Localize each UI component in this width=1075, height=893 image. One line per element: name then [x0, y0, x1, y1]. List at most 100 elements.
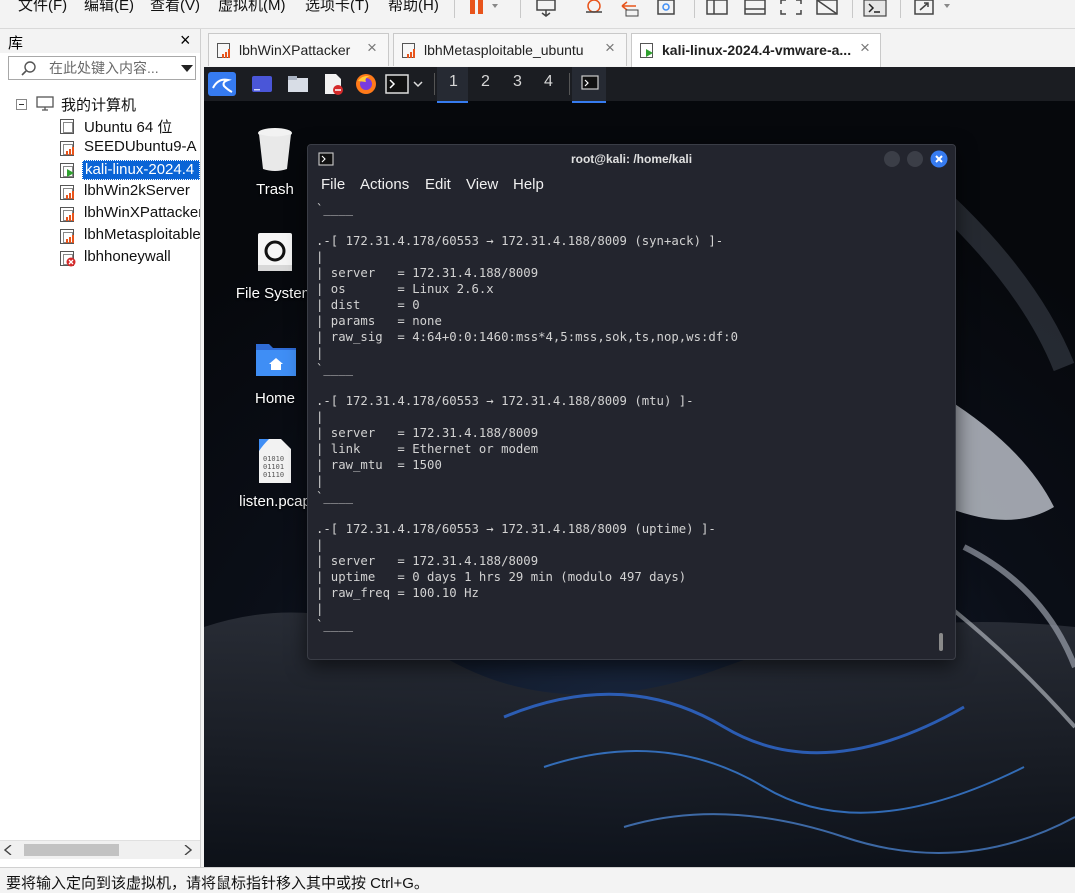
library-search-input[interactable]: [49, 59, 169, 77]
scroll-left-icon[interactable]: [4, 845, 12, 855]
maximize-button[interactable]: [906, 150, 924, 168]
tab-winxpattacker[interactable]: lbhWinXPattacker ×: [208, 33, 389, 66]
terminal-line: | raw_mtu = 1500: [316, 458, 442, 472]
tab-close-button[interactable]: ×: [367, 38, 377, 58]
vm-label: lbhWinXPattacker: [84, 204, 200, 221]
taskbar-terminal-window[interactable]: [572, 67, 606, 103]
tab-kali-linux[interactable]: kali-linux-2024.4-vmware-a... ×: [631, 33, 881, 67]
svg-text:01010: 01010: [263, 455, 284, 463]
dropdown-arrow-icon[interactable]: [181, 65, 193, 73]
workspace-1[interactable]: 1: [449, 73, 458, 91]
terminal-menu-edit[interactable]: Edit: [425, 176, 451, 193]
console-view-button[interactable]: [862, 0, 890, 18]
terminal-line: `____: [316, 618, 354, 632]
tab-close-button[interactable]: ×: [860, 38, 870, 58]
workspace-3[interactable]: 3: [513, 73, 522, 91]
terminal-line: .-[ 172.31.4.178/60553 → 172.31.4.188/80…: [316, 234, 724, 248]
terminal-menu-help[interactable]: Help: [513, 176, 544, 193]
vm-label: Ubuntu 64 位: [84, 119, 173, 136]
show-desktop-button[interactable]: [250, 72, 274, 96]
panel-separator: [569, 73, 570, 95]
snapshot-button[interactable]: [582, 0, 610, 18]
text-editor-button[interactable]: [321, 72, 345, 96]
minimize-button[interactable]: [883, 150, 901, 168]
terminal-menu-view[interactable]: View: [466, 176, 498, 193]
terminal-launcher-button[interactable]: [385, 72, 425, 96]
tree-vm-winxpattacker[interactable]: lbhWinXPattacker: [60, 204, 200, 224]
terminal-line: `____: [316, 362, 354, 376]
tree-vm-win2kserver[interactable]: lbhWin2kServer: [60, 182, 200, 202]
terminal-line: .-[ 172.31.4.178/60553 → 172.31.4.188/80…: [316, 394, 694, 408]
tree-vm-metasploitable[interactable]: lbhMetasploitable: [60, 226, 200, 246]
stretch-guest-button[interactable]: [912, 0, 960, 18]
terminal-line: |: [316, 602, 324, 616]
tree-vm-seedubuntu[interactable]: SEEDUbuntu9-A: [60, 138, 200, 158]
terminal-line: |: [316, 250, 324, 264]
full-screen-button[interactable]: [778, 0, 806, 18]
collapse-icon[interactable]: [16, 99, 27, 110]
menu-tabs[interactable]: 选项卡(T): [305, 0, 369, 15]
library-layout-icon: [706, 0, 728, 15]
workspace-2[interactable]: 2: [481, 73, 490, 91]
tree-vm-honeywall[interactable]: lbhhoneywall: [60, 248, 200, 268]
tree-vm-ubuntu[interactable]: Ubuntu 64 位: [60, 116, 200, 136]
show-library-button[interactable]: [704, 0, 732, 18]
terminal-menu-file[interactable]: File: [321, 176, 345, 193]
terminal-line: | raw_freq = 100.10 Hz: [316, 586, 479, 600]
kali-menu-button[interactable]: [208, 72, 236, 96]
toolbar-separator: [900, 0, 901, 18]
terminal-scrollbar[interactable]: [939, 633, 943, 651]
menu-edit[interactable]: 编辑(E): [84, 0, 134, 15]
tree-vm-kali[interactable]: kali-linux-2024.4: [60, 160, 200, 180]
terminal-line: | params = none: [316, 314, 442, 328]
tree-root-label: 我的计算机: [61, 97, 137, 114]
tab-label: lbhMetasploitable_ubuntu: [424, 42, 584, 58]
firefox-button[interactable]: [354, 72, 378, 96]
trash-icon: [258, 128, 292, 171]
library-close-button[interactable]: ×: [180, 30, 191, 51]
terminal-title: root@kali: /home/kali: [570, 152, 693, 166]
scroll-right-icon[interactable]: [184, 845, 192, 855]
menu-view[interactable]: 查看(V): [150, 0, 200, 15]
pause-button[interactable]: [466, 0, 498, 18]
terminal-menubar: File Actions Edit View Help: [308, 174, 955, 198]
kali-top-panel: 1 2 3 4: [204, 67, 1075, 103]
fullscreen-icon: [780, 0, 802, 15]
menu-help[interactable]: 帮助(H): [388, 0, 439, 15]
kali-dragon-icon: [212, 78, 233, 93]
snapshot-manager-button[interactable]: [654, 0, 682, 18]
toolbar-separator: [454, 0, 455, 18]
text-editor-icon: [325, 74, 343, 95]
send-keys-button[interactable]: [534, 0, 562, 18]
vm-powered-icon: [402, 43, 415, 58]
terminal-output[interactable]: `____ .-[ 172.31.4.178/60553 → 172.31.4.1…: [316, 201, 936, 651]
thumbnail-bar-button[interactable]: [742, 0, 770, 18]
tree-root-my-computer[interactable]: 我的计算机: [16, 94, 200, 114]
file-manager-button[interactable]: [286, 72, 310, 96]
terminal-window[interactable]: root@kali: /home/kali File Actions Edit …: [307, 144, 956, 660]
status-bar: 要将输入定向到该虚拟机，请将鼠标指针移入其中或按 Ctrl+G。: [0, 867, 1075, 892]
scrollbar-thumb[interactable]: [24, 844, 119, 856]
drive-icon: [258, 233, 292, 271]
tab-metasploitable-ubuntu[interactable]: lbhMetasploitable_ubuntu ×: [393, 33, 627, 66]
library-horizontal-scrollbar[interactable]: [0, 840, 200, 859]
folder-icon: [288, 76, 308, 92]
revert-snapshot-button[interactable]: [618, 0, 646, 18]
menu-vm[interactable]: 虚拟机(M): [218, 0, 286, 15]
home-folder-icon: [256, 344, 296, 376]
workspace-4[interactable]: 4: [544, 73, 553, 91]
close-button[interactable]: [930, 150, 948, 168]
terminal-titlebar[interactable]: root@kali: /home/kali: [308, 145, 955, 173]
terminal-line: |: [316, 410, 324, 424]
terminal-menu-actions[interactable]: Actions: [360, 176, 409, 193]
firefox-icon: [356, 74, 376, 94]
terminal-line: `____: [316, 202, 354, 216]
unity-mode-button[interactable]: [814, 0, 842, 18]
vm-console[interactable]: 1 2 3 4 Trash File System Home 01010 0110…: [204, 67, 1075, 867]
menu-file[interactable]: 文件(F): [18, 0, 67, 15]
terminal-line: |: [316, 346, 324, 360]
terminal-window-icon: [581, 75, 599, 90]
tab-close-button[interactable]: ×: [605, 38, 615, 58]
library-search-box[interactable]: [8, 56, 196, 80]
stretch-icon: [914, 0, 950, 15]
